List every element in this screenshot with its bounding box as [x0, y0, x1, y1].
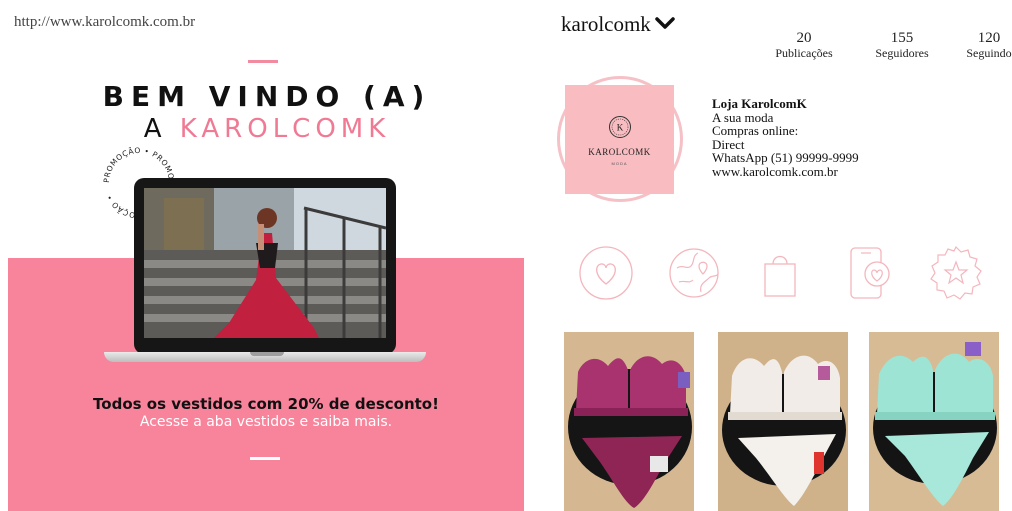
brand-heading: A KAROLCOMK	[0, 114, 524, 144]
welcome-heading: BEM VINDO (A)	[102, 80, 432, 113]
stat-posts[interactable]: 20 Publicações	[767, 30, 841, 60]
highlight-globe-icon[interactable]	[665, 244, 723, 302]
chevron-down-icon[interactable]	[654, 15, 676, 31]
highlight-heart-icon[interactable]	[577, 244, 635, 302]
laptop-screen-photo	[144, 188, 386, 338]
bio-link[interactable]: www.karolcomk.com.br	[712, 164, 859, 179]
highlight-shopping-bag-icon[interactable]	[751, 244, 809, 302]
monogram-logo-icon: K	[609, 116, 631, 138]
website-banner: http://www.karolcomk.com.br BEM VINDO (A…	[0, 0, 524, 511]
avatar[interactable]: K KAROLCOMK MODA	[565, 85, 674, 194]
stat-posts-label: Publicações	[775, 46, 833, 60]
bio-line: Compras online:	[712, 123, 799, 138]
monogram-letter: K	[617, 123, 624, 133]
stat-followers-label: Seguidores	[875, 46, 929, 60]
laptop-notch	[250, 352, 284, 356]
promo-subtext[interactable]: Acesse a aba vestidos e saiba mais.	[8, 414, 524, 430]
bio-line: A sua moda	[712, 109, 774, 125]
bio-line: Direct	[712, 136, 745, 152]
stat-posts-value: 20	[796, 30, 812, 46]
avatar-brand-name: KAROLCOMK	[588, 147, 651, 157]
brand-name: KAROLCOMK	[179, 114, 391, 144]
stat-following-label: Seguindo	[966, 46, 1012, 60]
promo-headline: Todos os vestidos com 20% de desconto!	[93, 395, 439, 413]
profile-bio: Loja KarolcomK A sua moda Compras online…	[712, 97, 859, 178]
site-url[interactable]: http://www.karolcomk.com.br	[14, 14, 195, 31]
top-divider	[248, 60, 278, 63]
highlight-phone-heart-icon[interactable]	[841, 244, 899, 302]
post-thumbnail[interactable]	[869, 332, 999, 511]
instagram-profile: karolcomk 20 Publicações 155 Seguidores …	[545, 0, 1012, 511]
stat-followers[interactable]: 155 Seguidores	[867, 30, 937, 60]
stat-followers-value: 155	[890, 30, 914, 46]
stat-following[interactable]: 120 Seguindo	[959, 30, 1012, 60]
bio-name: Loja KarolcomK	[712, 96, 807, 111]
bio-line: WhatsApp (51) 99999-9999	[712, 150, 859, 165]
stat-following-value: 120	[977, 30, 1001, 46]
post-thumbnail[interactable]	[564, 332, 694, 511]
post-thumbnail[interactable]	[718, 332, 848, 511]
highlight-star-badge-icon[interactable]	[927, 244, 985, 302]
profile-username[interactable]: karolcomk	[561, 12, 651, 37]
avatar-brand-subtitle: MODA	[611, 161, 628, 166]
bottom-divider	[250, 457, 280, 460]
laptop-frame	[134, 178, 396, 354]
